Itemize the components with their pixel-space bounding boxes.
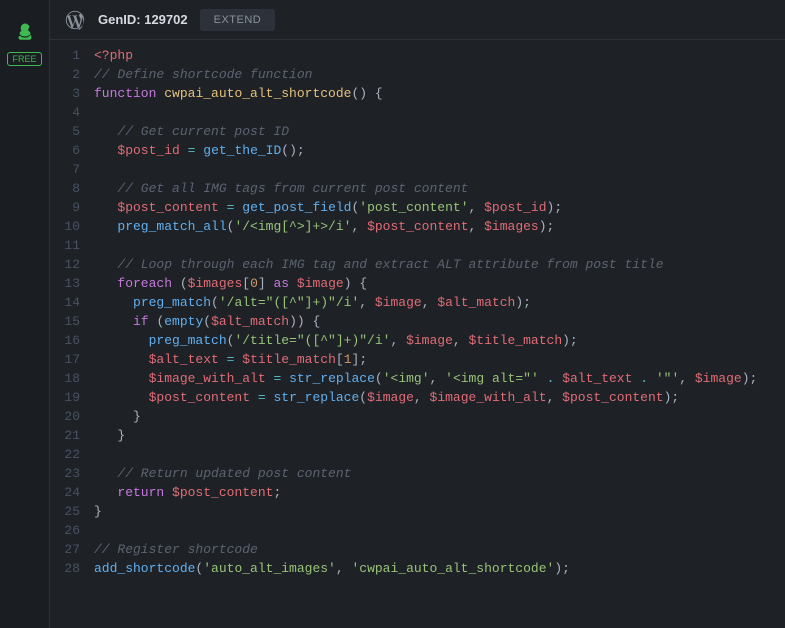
line-number: 14: [50, 293, 80, 312]
left-rail: FREE: [0, 0, 50, 628]
code-line[interactable]: $post_content = get_post_field('post_con…: [94, 198, 785, 217]
line-number: 12: [50, 255, 80, 274]
code-line[interactable]: [94, 236, 785, 255]
code-line[interactable]: preg_match('/alt="([^"]+)"/i', $image, $…: [94, 293, 785, 312]
line-number: 23: [50, 464, 80, 483]
code-line[interactable]: }: [94, 407, 785, 426]
line-number-gutter: 1234567891011121314151617181920212223242…: [50, 46, 94, 628]
code-line[interactable]: // Get all IMG tags from current post co…: [94, 179, 785, 198]
code-line[interactable]: return $post_content;: [94, 483, 785, 502]
line-number: 7: [50, 160, 80, 179]
wordpress-icon: [64, 9, 86, 31]
line-number: 1: [50, 46, 80, 65]
code-line[interactable]: <?php: [94, 46, 785, 65]
line-number: 18: [50, 369, 80, 388]
line-number: 27: [50, 540, 80, 559]
line-number: 3: [50, 84, 80, 103]
code-line[interactable]: [94, 521, 785, 540]
code-line[interactable]: [94, 445, 785, 464]
line-number: 15: [50, 312, 80, 331]
code-line[interactable]: foreach ($images[0] as $image) {: [94, 274, 785, 293]
line-number: 16: [50, 331, 80, 350]
code-line[interactable]: // Return updated post content: [94, 464, 785, 483]
line-number: 19: [50, 388, 80, 407]
line-number: 10: [50, 217, 80, 236]
header-bar: GenID: 129702 EXTEND: [50, 0, 785, 40]
code-line[interactable]: preg_match_all('/<img[^>]+>/i', $post_co…: [94, 217, 785, 236]
line-number: 25: [50, 502, 80, 521]
line-number: 28: [50, 559, 80, 578]
line-number: 9: [50, 198, 80, 217]
line-number: 8: [50, 179, 80, 198]
code-line[interactable]: function cwpai_auto_alt_shortcode() {: [94, 84, 785, 103]
code-line[interactable]: $image_with_alt = str_replace('<img', '<…: [94, 369, 785, 388]
line-number: 26: [50, 521, 80, 540]
code-line[interactable]: $post_content = str_replace($image, $ima…: [94, 388, 785, 407]
line-number: 20: [50, 407, 80, 426]
line-number: 5: [50, 122, 80, 141]
gen-id-label: GenID: 129702: [98, 12, 188, 27]
code-line[interactable]: preg_match('/title="([^"]+)"/i', $image,…: [94, 331, 785, 350]
code-line[interactable]: // Get current post ID: [94, 122, 785, 141]
code-line[interactable]: $post_id = get_the_ID();: [94, 141, 785, 160]
line-number: 22: [50, 445, 80, 464]
line-number: 6: [50, 141, 80, 160]
line-number: 13: [50, 274, 80, 293]
code-editor[interactable]: 1234567891011121314151617181920212223242…: [50, 40, 785, 628]
line-number: 17: [50, 350, 80, 369]
code-line[interactable]: // Define shortcode function: [94, 65, 785, 84]
line-number: 2: [50, 65, 80, 84]
code-line[interactable]: // Loop through each IMG tag and extract…: [94, 255, 785, 274]
line-number: 21: [50, 426, 80, 445]
code-line[interactable]: if (empty($alt_match)) {: [94, 312, 785, 331]
line-number: 11: [50, 236, 80, 255]
code-line[interactable]: [94, 103, 785, 122]
code-line[interactable]: }: [94, 502, 785, 521]
line-number: 24: [50, 483, 80, 502]
code-content[interactable]: <?php// Define shortcode functionfunctio…: [94, 46, 785, 628]
code-line[interactable]: $alt_text = $title_match[1];: [94, 350, 785, 369]
main-area: GenID: 129702 EXTEND 1234567891011121314…: [50, 0, 785, 628]
code-line[interactable]: // Register shortcode: [94, 540, 785, 559]
free-badge: FREE: [7, 52, 41, 66]
extend-button[interactable]: EXTEND: [200, 9, 276, 31]
code-line[interactable]: }: [94, 426, 785, 445]
line-number: 4: [50, 103, 80, 122]
app-logo-icon[interactable]: [11, 16, 39, 44]
code-line[interactable]: [94, 160, 785, 179]
code-line[interactable]: add_shortcode('auto_alt_images', 'cwpai_…: [94, 559, 785, 578]
